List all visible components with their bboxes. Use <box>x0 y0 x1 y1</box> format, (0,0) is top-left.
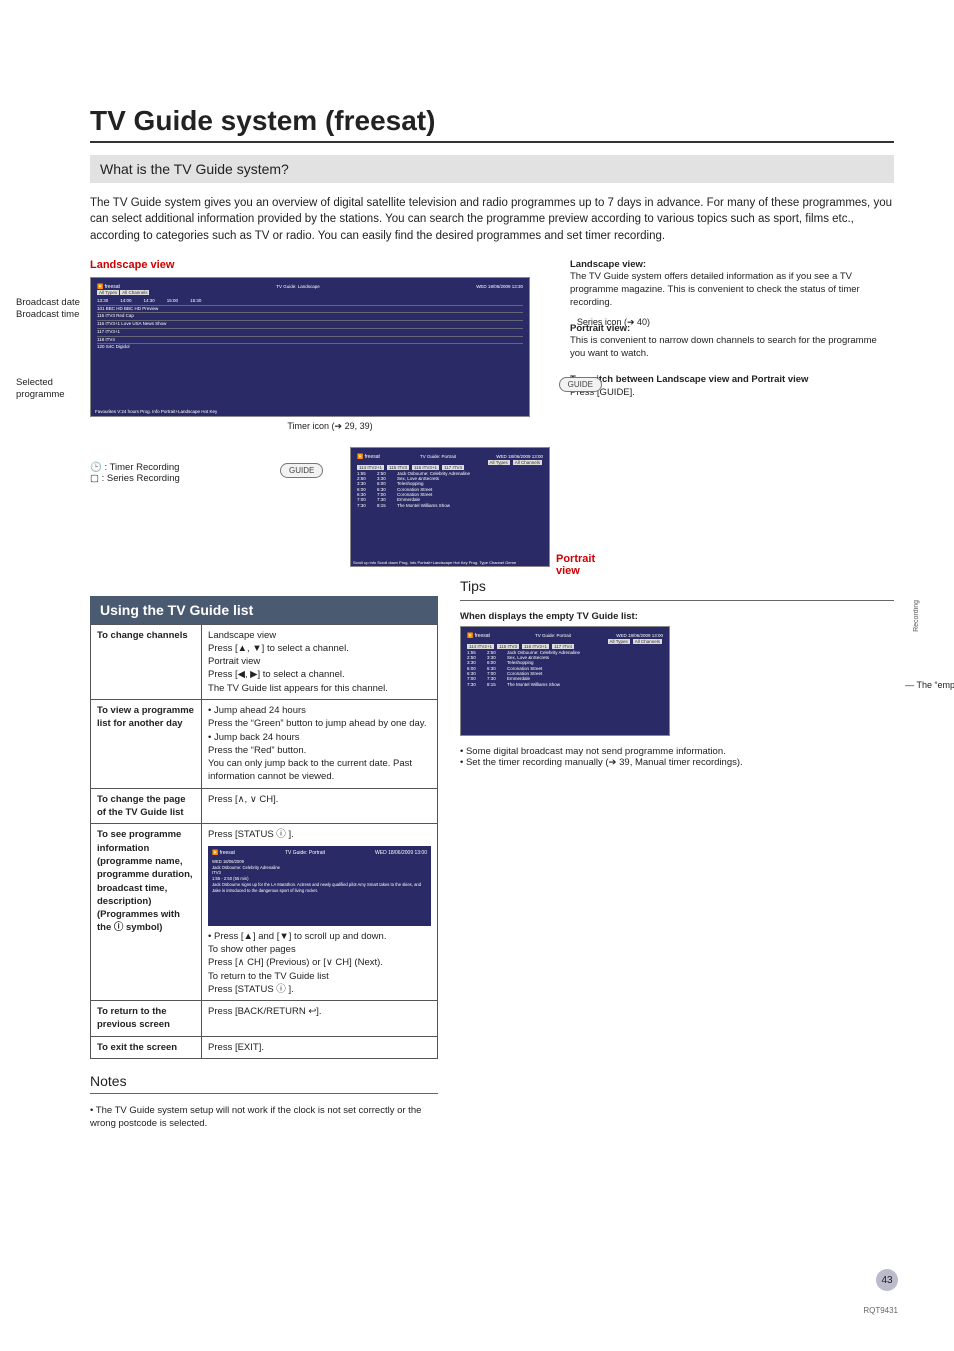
annot-broadcast-date: Broadcast date <box>16 297 80 309</box>
annot-timer-icon: Timer icon (➔ 29, 39) <box>130 421 530 432</box>
annot-broadcast-time: Broadcast time <box>16 309 79 321</box>
switch-view-heading: To switch between Landscape view and Por… <box>570 374 808 385</box>
table-row-label: To change channels <box>91 624 202 699</box>
table-row-label: To exit the screen <box>91 1036 202 1058</box>
tv-guide-portrait-figure: ▶️ freesat TV Guide: Portrait WED 18/06/… <box>350 447 550 567</box>
guide-button[interactable]: GUIDE <box>559 377 602 392</box>
table-row-label: To see programme information (programme … <box>91 824 202 1001</box>
tv-guide-landscape-figure: ▶️ freesat TV Guide: Landscape WED 18/06… <box>90 277 530 417</box>
notes-heading: Notes <box>90 1073 438 1089</box>
guide-button[interactable]: GUIDE <box>280 463 323 478</box>
table-row-label: To return to the previous screen <box>91 1001 202 1037</box>
using-tv-guide-heading: Using the TV Guide list <box>90 596 438 624</box>
table-row-value: Press [BACK/RETURN ↩]. <box>202 1001 438 1037</box>
table-row-value: • Jump ahead 24 hours Press the “Green” … <box>202 700 438 789</box>
table-row-value: Press [∧, ∨ CH]. <box>202 788 438 824</box>
table-row-label: To view a programme list for another day <box>91 700 202 789</box>
table-row-value: Press [EXIT]. <box>202 1036 438 1058</box>
section-heading-what-is: What is the TV Guide system? <box>90 155 894 183</box>
side-tab-recording: Recording <box>913 600 920 632</box>
portrait-desc-body: This is convenient to narrow down channe… <box>570 335 877 359</box>
table-row-value: Press [STATUS ⓘ ].▶️ freesatTV Guide: Po… <box>202 824 438 1001</box>
landscape-desc-heading: Landscape view: <box>570 259 646 270</box>
landscape-view-label: Landscape view <box>90 259 530 271</box>
tips-heading: Tips <box>460 578 894 594</box>
tv-guide-empty-figure: ▶️ freesat TV Guide: Portrait WED 18/06/… <box>460 626 670 736</box>
doc-id: RQT9431 <box>863 1306 898 1315</box>
landscape-desc-body: The TV Guide system offers detailed info… <box>570 271 860 308</box>
page-number: 43 <box>876 1269 898 1291</box>
notes-body: • The TV Guide system setup will not wor… <box>90 1104 438 1131</box>
programme-info-figure: ▶️ freesatTV Guide: PortraitWED 18/06/20… <box>208 846 431 926</box>
section-body-what-is: The TV Guide system gives you an overvie… <box>90 195 894 245</box>
portrait-view-label: Portrait view <box>556 553 595 577</box>
tips-subheading: When displays the empty TV Guide list: <box>460 611 638 622</box>
table-row-label: To change the page of the TV Guide list <box>91 788 202 824</box>
annot-series-icon: Series icon (➔ 40) <box>577 317 650 328</box>
page-title: TV Guide system (freesat) <box>90 105 894 137</box>
annot-selected-prog: Selected programme <box>16 377 86 402</box>
tips-bullets: • Some digital broadcast may not send pr… <box>460 746 894 768</box>
annot-empty-field: — The “empty” field <box>905 680 954 690</box>
title-rule <box>90 141 894 143</box>
table-row-value: Landscape view Press [▲, ▼] to select a … <box>202 624 438 699</box>
using-tv-guide-table: To change channelsLandscape view Press [… <box>90 624 438 1060</box>
